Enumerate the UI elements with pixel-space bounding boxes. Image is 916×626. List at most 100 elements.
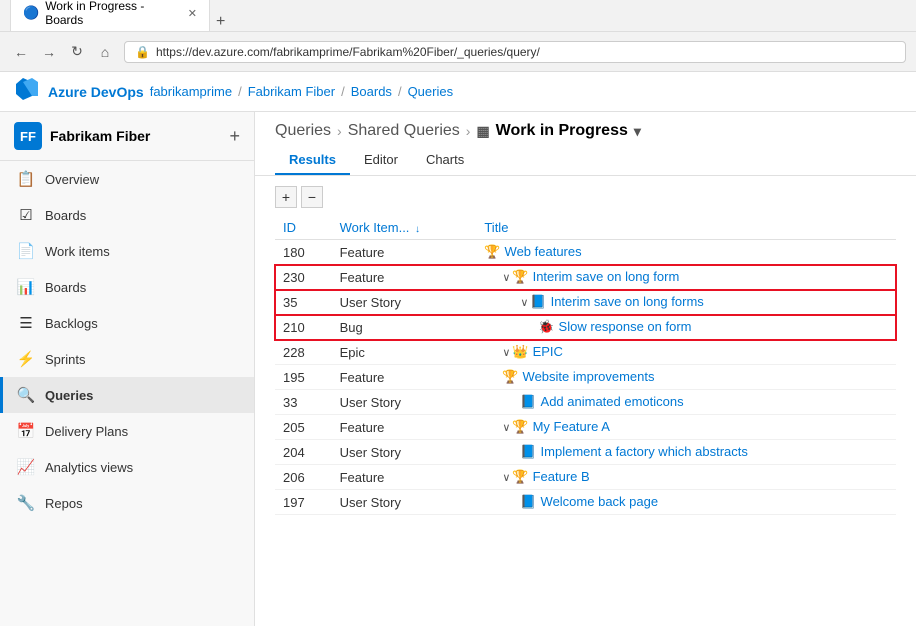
sidebar-label-backlogs: Backlogs (45, 316, 98, 331)
tab-close-btn[interactable]: ✕ (188, 7, 197, 20)
wi-type-icon: 📘 (520, 494, 536, 509)
cell-title[interactable]: ∨🏆Feature B (476, 465, 896, 490)
cell-id: 204 (275, 440, 332, 465)
cell-type: Feature (332, 265, 477, 290)
browser-nav: ← → ↻ ⌂ (10, 41, 116, 63)
sidebar-icon-sprints: ⚡ (17, 350, 35, 368)
url-text: https://dev.azure.com/fabrikamprime/Fabr… (156, 45, 540, 59)
sidebar-item-delivery-plans[interactable]: 📅 Delivery Plans (0, 413, 254, 449)
table-row[interactable]: 35User Story∨📘Interim save on long forms (275, 290, 896, 315)
wi-type-icon: 📘 (520, 394, 536, 409)
cell-title[interactable]: ∨🏆My Feature A (476, 415, 896, 440)
cell-type: Feature (332, 415, 477, 440)
work-item-link[interactable]: Add animated emoticons (541, 394, 684, 409)
section-link[interactable]: Boards (351, 84, 392, 99)
cell-type: Feature (332, 365, 477, 390)
home-button[interactable]: ⌂ (94, 41, 116, 63)
org-link[interactable]: fabrikamprime (150, 84, 232, 99)
wi-type-icon: 📘 (520, 444, 536, 459)
tab-editor[interactable]: Editor (350, 146, 412, 175)
expand-all-button[interactable]: + (275, 186, 297, 208)
sidebar-item-boards[interactable]: 📊 Boards (0, 269, 254, 305)
wi-type-icon: 🏆 (512, 269, 528, 284)
new-tab-button[interactable]: + (210, 13, 231, 31)
table-row[interactable]: 204User Story📘Implement a factory which … (275, 440, 896, 465)
col-title[interactable]: Title (476, 216, 896, 240)
work-item-link[interactable]: EPIC (533, 344, 563, 359)
sidebar-label-delivery-plans: Delivery Plans (45, 424, 128, 439)
expand-chevron[interactable]: ∨ (502, 272, 510, 284)
wi-type-icon: 🏆 (502, 369, 518, 384)
work-item-link[interactable]: Website improvements (523, 369, 655, 384)
cell-title[interactable]: 🐞Slow response on form (476, 315, 896, 340)
project-header: FF Fabrikam Fiber + (0, 112, 254, 161)
title-dropdown-icon[interactable]: ▾ (634, 123, 641, 140)
work-item-link[interactable]: Interim save on long form (533, 269, 680, 284)
work-item-link[interactable]: Web features (505, 244, 582, 259)
sidebar-label-boards-section: Boards (45, 208, 86, 223)
sidebar-item-sprints[interactable]: ⚡ Sprints (0, 341, 254, 377)
expand-collapse-controls: + − (275, 186, 896, 208)
cell-title[interactable]: ∨📘Interim save on long forms (476, 290, 896, 315)
refresh-button[interactable]: ↻ (66, 41, 88, 63)
cell-title[interactable]: ∨🏆 Interim save on long form (476, 265, 896, 290)
sidebar-icon-backlogs: ☰ (17, 314, 35, 332)
bc-queries[interactable]: Queries (275, 122, 331, 140)
sidebar-item-work-items[interactable]: 📄 Work items (0, 233, 254, 269)
app-body: FF Fabrikam Fiber + 📋 Overview ☑ Boards … (0, 112, 916, 626)
sidebar-item-analytics-views[interactable]: 📈 Analytics views (0, 449, 254, 485)
expand-chevron[interactable]: ∨ (502, 347, 510, 359)
sep1: / (238, 84, 242, 99)
add-project-button[interactable]: + (229, 126, 240, 147)
bc-shared-queries[interactable]: Shared Queries (348, 122, 460, 140)
expand-chevron[interactable]: ∨ (502, 422, 510, 434)
cell-title[interactable]: 📘 Implement a factory which abstracts (476, 440, 896, 465)
col-workitem[interactable]: Work Item... ↓ (332, 216, 477, 240)
table-row[interactable]: 206Feature∨🏆Feature B (275, 465, 896, 490)
collapse-all-button[interactable]: − (301, 186, 323, 208)
results-table: ID Work Item... ↓ Title 180Feature🏆Web f… (275, 216, 896, 515)
work-item-link[interactable]: Slow response on form (559, 319, 692, 334)
back-button[interactable]: ← (10, 41, 32, 63)
table-row[interactable]: 228Epic∨👑EPIC (275, 340, 896, 365)
page-link[interactable]: Queries (408, 84, 454, 99)
work-item-link[interactable]: Welcome back page (541, 494, 659, 509)
table-row[interactable]: 197User Story📘Welcome back page (275, 490, 896, 515)
sidebar-item-overview[interactable]: 📋 Overview (0, 161, 254, 197)
project-link[interactable]: Fabrikam Fiber (248, 84, 335, 99)
work-item-link[interactable]: Interim save on long forms (551, 294, 704, 309)
sidebar-item-boards-section[interactable]: ☑ Boards (0, 197, 254, 233)
cell-title[interactable]: 🏆 Website improvements (476, 365, 896, 390)
work-item-link[interactable]: My Feature A (533, 419, 610, 434)
sidebar-icon-boards-section: ☑ (17, 206, 35, 224)
cell-title[interactable]: 📘 Welcome back page (476, 490, 896, 515)
cell-title[interactable]: ∨👑EPIC (476, 340, 896, 365)
sidebar-item-backlogs[interactable]: ☰ Backlogs (0, 305, 254, 341)
table-row[interactable]: 195Feature🏆Website improvements (275, 365, 896, 390)
table-row[interactable]: 33User Story📘Add animated emoticons (275, 390, 896, 415)
cell-title[interactable]: 🏆Web features (476, 240, 896, 265)
cell-type: Bug (332, 315, 477, 340)
expand-chevron[interactable]: ∨ (520, 297, 528, 309)
tab-results[interactable]: Results (275, 146, 350, 175)
work-item-link[interactable]: Implement a factory which abstracts (541, 444, 748, 459)
forward-button[interactable]: → (38, 41, 60, 63)
table-row[interactable]: 210Bug🐞Slow response on form (275, 315, 896, 340)
cell-id: 33 (275, 390, 332, 415)
expand-chevron[interactable]: ∨ (502, 472, 510, 484)
table-row[interactable]: 205Feature∨🏆My Feature A (275, 415, 896, 440)
cell-id: 180 (275, 240, 332, 265)
url-bar[interactable]: 🔒 https://dev.azure.com/fabrikamprime/Fa… (124, 41, 906, 63)
sidebar-item-queries[interactable]: 🔍 Queries (0, 377, 254, 413)
table-row[interactable]: 230Feature ∨🏆 Interim save on long form (275, 265, 896, 290)
table-row[interactable]: 180Feature🏆Web features (275, 240, 896, 265)
tab-charts[interactable]: Charts (412, 146, 478, 175)
work-item-link[interactable]: Feature B (533, 469, 590, 484)
bc-chevron-2: › (466, 123, 471, 139)
cell-id: 230 (275, 265, 332, 290)
col-id[interactable]: ID (275, 216, 332, 240)
cell-title[interactable]: 📘 Add animated emoticons (476, 390, 896, 415)
sidebar-label-work-items: Work items (45, 244, 110, 259)
sidebar-item-repos[interactable]: 🔧 Repos (0, 485, 254, 521)
active-tab[interactable]: 🔵 Work in Progress - Boards ✕ (10, 0, 210, 31)
